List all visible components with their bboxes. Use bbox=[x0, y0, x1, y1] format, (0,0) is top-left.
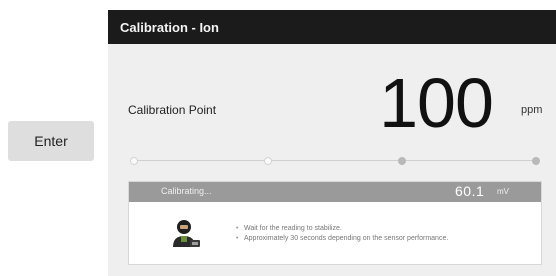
panel-title: Calibration - Ion bbox=[120, 19, 219, 35]
step-track bbox=[134, 160, 536, 161]
calibration-status-box: Calibrating... 60.1 mV • Wait for the rea… bbox=[128, 181, 542, 265]
calibration-value: 100 bbox=[379, 64, 494, 142]
tip-item: • Wait for the reading to stabilize. bbox=[236, 225, 342, 232]
tip-item: • Approximately 30 seconds depending on t… bbox=[236, 235, 449, 242]
step-dot-4 bbox=[532, 157, 540, 165]
calibration-panel: Calibration - Ion Calibration Point 100 … bbox=[108, 10, 556, 276]
reading-unit: mV bbox=[497, 187, 509, 196]
calibration-unit: ppm bbox=[521, 104, 543, 116]
step-dot-3 bbox=[398, 157, 406, 165]
status-text: Calibrating... bbox=[161, 186, 212, 196]
calibration-point-label: Calibration Point bbox=[128, 103, 217, 117]
step-dot-2 bbox=[264, 157, 272, 165]
reading-value: 60.1 bbox=[455, 183, 485, 199]
enter-button[interactable]: Enter bbox=[8, 121, 94, 161]
status-tips: • Wait for the reading to stabilize. • App… bbox=[236, 224, 448, 244]
status-bar: Calibrating... 60.1 mV bbox=[129, 182, 541, 202]
panel-header: Calibration - Ion bbox=[108, 10, 556, 44]
user-with-sensor-icon bbox=[173, 220, 200, 247]
step-dot-1 bbox=[130, 157, 138, 165]
calibration-step-indicator bbox=[130, 157, 540, 165]
